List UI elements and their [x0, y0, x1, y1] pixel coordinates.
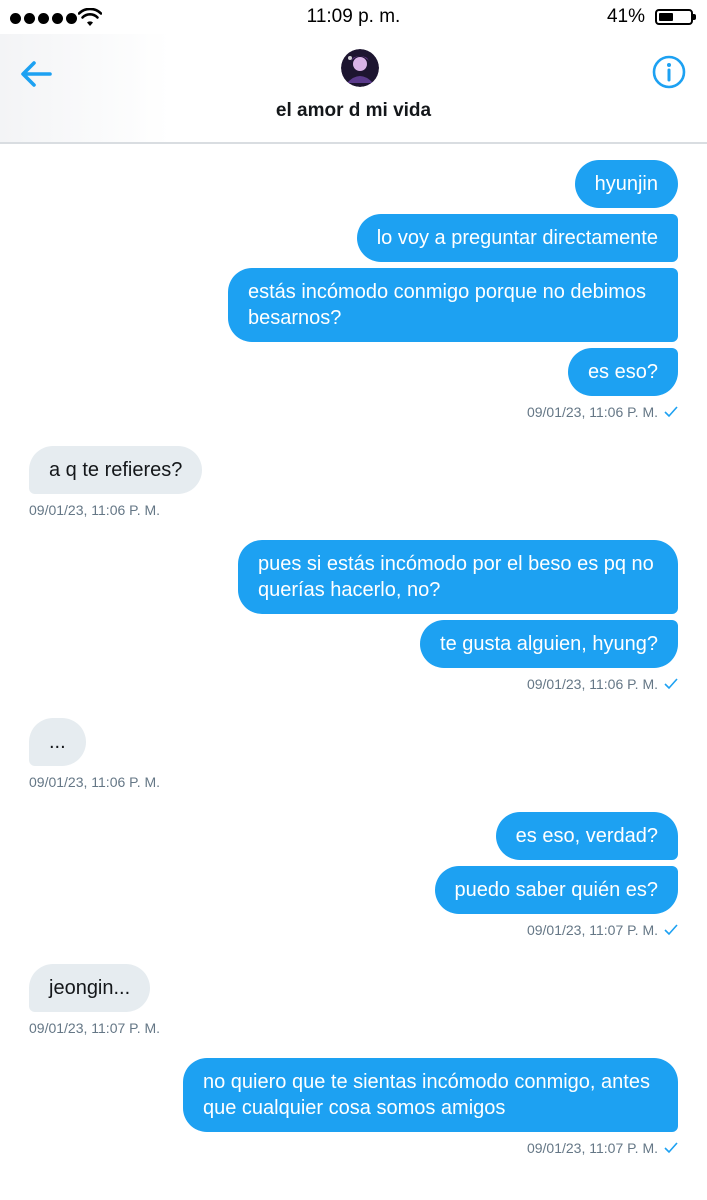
timestamp-text: 09/01/23, 11:07 P. M.	[526, 1140, 658, 1156]
message-group: jeongin... 09/01/23, 11:07 P. M.	[0, 964, 707, 1036]
conversation-header: el amor d mi vida	[0, 34, 707, 144]
message-list: hyunjin lo voy a preguntar directamente …	[0, 144, 707, 1200]
back-arrow-icon	[21, 61, 52, 87]
check-icon	[664, 678, 678, 690]
battery-icon	[655, 9, 696, 25]
received-message[interactable]: a q te refieres?	[29, 446, 203, 494]
avatar[interactable]	[341, 49, 379, 87]
message-group: ... 09/01/23, 11:06 P. M.	[0, 718, 707, 790]
timestamp-text: 09/01/23, 11:06 P. M.	[29, 502, 161, 518]
avatar-icon	[341, 49, 379, 87]
sent-message[interactable]: es eso?	[567, 348, 678, 396]
info-icon	[652, 55, 686, 89]
battery-percentage: 41%	[606, 6, 645, 27]
message-group: hyunjin lo voy a preguntar directamente …	[0, 160, 707, 420]
conversation-title[interactable]: el amor d mi vida	[0, 100, 707, 122]
message-timestamp: 09/01/23, 11:06 P. M.	[29, 502, 160, 518]
message-group: a q te refieres? 09/01/23, 11:06 P. M.	[0, 446, 707, 518]
message-timestamp: 09/01/23, 11:06 P. M.	[29, 774, 160, 790]
timestamp-text: 09/01/23, 11:06 P. M.	[526, 676, 658, 692]
message-timestamp: 09/01/23, 11:06 P. M.	[527, 404, 678, 420]
sent-message[interactable]: puedo saber quién es?	[434, 866, 678, 914]
message-timestamp: 09/01/23, 11:07 P. M.	[527, 1140, 678, 1156]
message-timestamp: 09/01/23, 11:06 P. M.	[527, 676, 678, 692]
sent-message[interactable]: es eso, verdad?	[495, 812, 678, 860]
timestamp-text: 09/01/23, 11:07 P. M.	[29, 1020, 161, 1036]
message-timestamp: 09/01/23, 11:07 P. M.	[29, 1020, 160, 1036]
message-group: es eso, verdad? puedo saber quién es? 09…	[0, 812, 707, 938]
back-button[interactable]	[14, 52, 58, 96]
sent-message[interactable]: lo voy a preguntar directamente	[356, 214, 678, 262]
sent-message[interactable]: hyunjin	[574, 160, 678, 208]
status-time: 11:09 p. m.	[306, 6, 401, 27]
status-bar: 11:09 p. m. 41%	[0, 0, 707, 34]
check-icon	[664, 1142, 678, 1154]
timestamp-text: 09/01/23, 11:07 P. M.	[526, 922, 658, 938]
received-message[interactable]: jeongin...	[29, 964, 151, 1012]
sent-message[interactable]: te gusta alguien, hyung?	[420, 620, 678, 668]
timestamp-text: 09/01/23, 11:06 P. M.	[526, 404, 658, 420]
sent-message[interactable]: estás incómodo conmigo porque no debimos…	[228, 268, 678, 342]
message-group: no quiero que te sientas incómodo conmig…	[0, 1058, 707, 1156]
dm-conversation-screen: 11:09 p. m. 41% el amor d mi vida hyunji…	[0, 0, 707, 1200]
check-icon	[664, 406, 678, 418]
sent-message[interactable]: no quiero que te sientas incómodo conmig…	[183, 1058, 678, 1132]
check-icon	[664, 924, 678, 936]
message-timestamp: 09/01/23, 11:07 P. M.	[527, 922, 678, 938]
received-message[interactable]: ...	[29, 718, 86, 766]
message-group: pues si estás incómodo por el beso es pq…	[0, 540, 707, 692]
info-button[interactable]	[651, 54, 687, 90]
sent-message[interactable]: pues si estás incómodo por el beso es pq…	[238, 540, 678, 614]
timestamp-text: 09/01/23, 11:06 P. M.	[29, 774, 161, 790]
